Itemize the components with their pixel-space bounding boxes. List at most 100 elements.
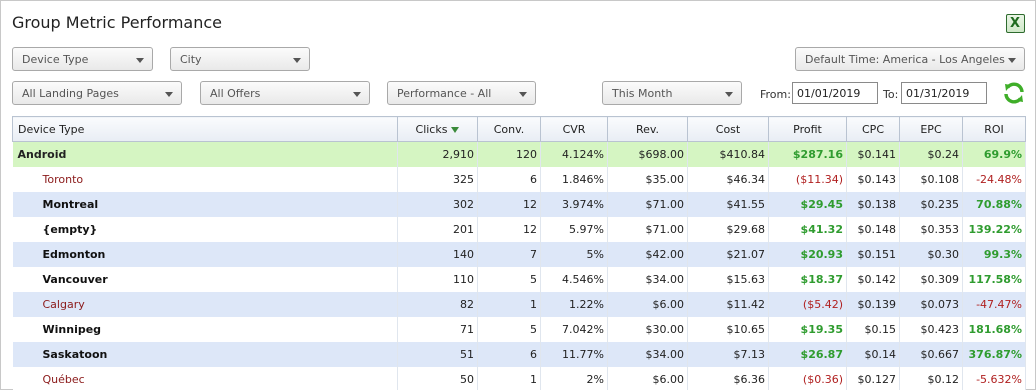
refresh-icon[interactable] — [1002, 81, 1026, 105]
clicks-cell: 51 — [397, 341, 478, 367]
cvr-cell: 2% — [540, 366, 608, 390]
roi-cell: 181.68% — [962, 316, 1026, 342]
chevron-down-icon — [519, 92, 527, 97]
column-header-clicks[interactable]: Clicks — [397, 116, 478, 142]
table-row[interactable]: Toronto 325 6 1.846% $35.00 $46.34 ($11.34) $0.… — [12, 166, 1026, 192]
table-row[interactable]: Vancouver 110 5 4.546% $34.00 $15.63 $18.37 $0.… — [12, 266, 1026, 292]
offers-dropdown-label: All Offers — [210, 87, 261, 100]
rev-cell: $35.00 — [607, 166, 688, 192]
epc-cell: $0.12 — [899, 366, 963, 390]
table-row[interactable]: Québec 50 1 2% $6.00 $6.36 ($0.36) $0.127 $0.12-… — [12, 366, 1026, 390]
table-row[interactable]: Winnipeg 71 5 7.042% $30.00 $10.65 $19.35 $0.15… — [12, 316, 1026, 342]
cpc-cell: $0.151 — [846, 241, 900, 267]
cvr-cell: 4.546% — [540, 266, 608, 292]
clicks-cell: 110 — [397, 266, 478, 292]
cost-cell: $6.36 — [687, 366, 769, 390]
column-header-cost[interactable]: Cost — [687, 116, 769, 142]
clicks-cell: 302 — [397, 191, 478, 217]
date-range-dropdown[interactable]: This Month — [602, 81, 742, 105]
cpc-cell: $0.139 — [846, 291, 900, 317]
offers-dropdown[interactable]: All Offers — [200, 81, 370, 105]
roi-cell: -5.632% — [962, 366, 1026, 390]
cvr-cell: 4.124% — [540, 141, 608, 167]
epc-cell: $0.30 — [899, 241, 963, 267]
cost-cell: $41.55 — [687, 191, 769, 217]
cost-cell: $11.42 — [687, 291, 769, 317]
profit-cell: ($5.42) — [768, 291, 847, 317]
city-dropdown-label: City — [180, 53, 202, 66]
profit-cell: $41.32 — [768, 216, 847, 242]
clicks-cell: 71 — [397, 316, 478, 342]
excel-export-icon[interactable]: X — [1006, 14, 1025, 33]
city-name: Vancouver — [12, 266, 398, 292]
conv-cell: 5 — [477, 316, 541, 342]
chevron-down-icon — [293, 58, 301, 63]
performance-table: Device Type Clicks Conv. CVR Rev. Cost P… — [12, 116, 1026, 390]
conv-cell: 6 — [477, 341, 541, 367]
device-type-dropdown[interactable]: Device Type — [12, 47, 153, 71]
performance-dropdown[interactable]: Performance - All — [387, 81, 536, 105]
time-zone-dropdown[interactable]: Default Time: America - Los Angeles — [795, 47, 1025, 71]
city-name: Calgary — [12, 291, 398, 317]
roi-cell: 70.88% — [962, 191, 1026, 217]
conv-cell: 1 — [477, 366, 541, 390]
column-header-rev[interactable]: Rev. — [607, 116, 688, 142]
column-header-profit[interactable]: Profit — [768, 116, 847, 142]
cost-cell: $410.84 — [687, 141, 769, 167]
column-header-roi[interactable]: ROI — [962, 116, 1026, 142]
table-row[interactable]: Calgary 82 1 1.22% $6.00 $11.42 ($5.42) $0.139 $… — [12, 291, 1026, 317]
performance-dropdown-label: Performance - All — [397, 87, 492, 100]
cvr-cell: 1.22% — [540, 291, 608, 317]
cvr-cell: 7.042% — [540, 316, 608, 342]
chevron-down-icon — [136, 58, 144, 63]
landing-pages-dropdown[interactable]: All Landing Pages — [12, 81, 182, 105]
profit-cell: $20.93 — [768, 241, 847, 267]
column-header-cpc[interactable]: CPC — [846, 116, 900, 142]
city-dropdown[interactable]: City — [170, 47, 310, 71]
cpc-cell: $0.143 — [846, 166, 900, 192]
cost-cell: $46.34 — [687, 166, 769, 192]
column-header-epc[interactable]: EPC — [899, 116, 963, 142]
column-header-conv[interactable]: Conv. — [477, 116, 541, 142]
cvr-cell: 3.974% — [540, 191, 608, 217]
clicks-cell: 50 — [397, 366, 478, 390]
table-row[interactable]: {empty} 201 12 5.97% $71.00 $29.68 $41.32 $0.14… — [12, 216, 1026, 242]
table-row[interactable]: Montreal 302 12 3.974% $71.00 $41.55 $29.45 $0.… — [12, 191, 1026, 217]
cpc-cell: $0.127 — [846, 366, 900, 390]
profit-cell: ($11.34) — [768, 166, 847, 192]
epc-cell: $0.108 — [899, 166, 963, 192]
rev-cell: $698.00 — [607, 141, 688, 167]
cvr-cell: 5.97% — [540, 216, 608, 242]
date-range-dropdown-label: This Month — [612, 87, 673, 100]
epc-cell: $0.353 — [899, 216, 963, 242]
roi-cell: -47.47% — [962, 291, 1026, 317]
report-panel: Group Metric Performance X Device Type C… — [0, 0, 1036, 390]
page-title: Group Metric Performance — [12, 13, 223, 32]
conv-cell: 5 — [477, 266, 541, 292]
clicks-cell: 201 — [397, 216, 478, 242]
cpc-cell: $0.148 — [846, 216, 900, 242]
cpc-cell: $0.138 — [846, 191, 900, 217]
to-date-input[interactable]: 01/31/2019 — [901, 82, 987, 104]
epc-cell: $0.24 — [899, 141, 963, 167]
epc-cell: $0.235 — [899, 191, 963, 217]
city-name: Québec — [12, 366, 398, 390]
table-header-row: Device Type Clicks Conv. CVR Rev. Cost P… — [12, 116, 1026, 142]
cpc-cell: $0.142 — [846, 266, 900, 292]
profit-cell: $26.87 — [768, 341, 847, 367]
roi-cell: 99.3% — [962, 241, 1026, 267]
cost-cell: $7.13 — [687, 341, 769, 367]
chevron-down-icon — [1008, 58, 1016, 63]
aggregate-row[interactable]: Android 2,910 120 4.124% $698.00 $410.84… — [12, 141, 1026, 167]
column-header-clicks-label: Clicks — [415, 122, 448, 136]
cost-cell: $15.63 — [687, 266, 769, 292]
table-row[interactable]: Saskatoon 51 6 11.77% $34.00 $7.13 $26.87 $0.14… — [12, 341, 1026, 367]
cvr-cell: 5% — [540, 241, 608, 267]
roi-cell: 69.9% — [962, 141, 1026, 167]
column-header-device-type[interactable]: Device Type — [12, 116, 398, 142]
cpc-cell: $0.141 — [846, 141, 900, 167]
from-date-input[interactable]: 01/01/2019 — [792, 82, 878, 104]
roi-cell: 139.22% — [962, 216, 1026, 242]
column-header-cvr[interactable]: CVR — [540, 116, 608, 142]
table-row[interactable]: Edmonton 140 7 5% $42.00 $21.07 $20.93 $0.151 $0… — [12, 241, 1026, 267]
